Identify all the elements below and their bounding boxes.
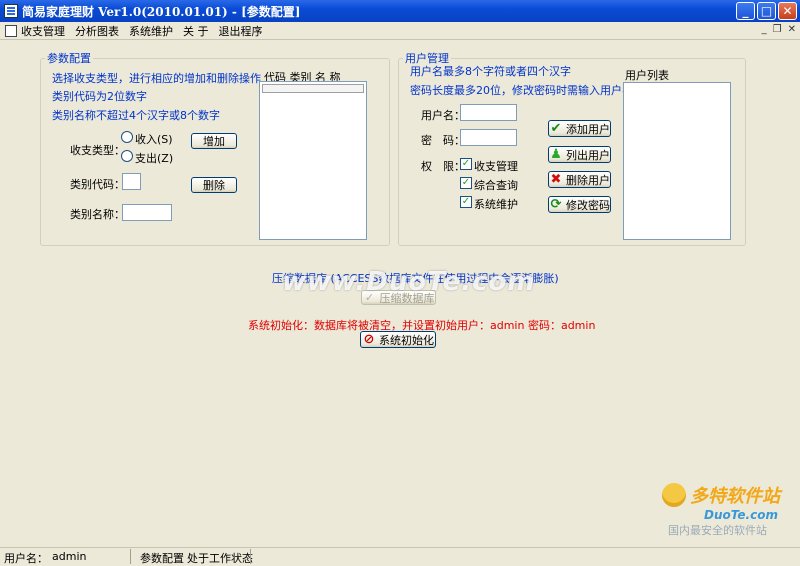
radio-expense[interactable] (121, 150, 133, 162)
right-checkbox-query[interactable]: ✓ (460, 177, 472, 189)
password-label: 密 码： (421, 134, 465, 147)
name-label: 类别名称： (70, 208, 125, 221)
category-list-row[interactable] (262, 84, 364, 93)
user-list[interactable] (623, 82, 731, 240)
window-title: 简易家庭理财 Ver1.0(2010.01.01) - [参数配置] (22, 4, 301, 19)
add-category-label: 增加 (203, 135, 225, 148)
app-icon (4, 4, 18, 18)
menu-maintenance[interactable]: 系统维护 (129, 23, 173, 39)
params-legend: 参数配置 (47, 52, 91, 65)
users-hint-1: 用户名最多8个字符或者四个汉字 (410, 65, 571, 78)
right-checkbox-maintenance[interactable]: ✓ (460, 196, 472, 208)
list-users-button[interactable]: ♟ 列出用户 (548, 146, 611, 163)
params-hint-3: 类别名称不超过4个汉字或8个数字 (52, 109, 220, 122)
system-init-button[interactable]: ⊘ 系统初始化 (360, 331, 436, 348)
refresh-icon: ⟳ (550, 196, 562, 212)
title-bar[interactable]: 简易家庭理财 Ver1.0(2010.01.01) - [参数配置] _ □ ✕ (0, 0, 800, 22)
delete-user-label: 删除用户 (566, 173, 610, 187)
status-state: 处于工作状态 (187, 552, 253, 565)
logo-en-text: DuoTe.com (704, 508, 778, 522)
no-entry-icon: ⊘ (363, 331, 375, 347)
person-icon: ♟ (550, 146, 562, 162)
add-user-label: 添加用户 (566, 122, 610, 136)
delete-user-button[interactable]: ✖ 删除用户 (548, 171, 611, 188)
category-name-input[interactable] (122, 204, 172, 221)
params-hint-1: 选择收支类型，进行相应的增加和删除操作 (52, 72, 261, 85)
duote-logo-watermark: 多特软件站 DuoTe.com 国内最安全的软件站 (662, 482, 780, 538)
params-hint-2: 类别代码为2位数字 (52, 90, 147, 103)
minimize-button[interactable]: _ (736, 2, 755, 20)
change-password-label: 修改密码 (566, 198, 610, 212)
radio-income-label[interactable]: 收入(S) (135, 131, 173, 147)
x-icon: ✖ (550, 171, 562, 187)
add-category-button[interactable]: 增加 (191, 133, 237, 149)
logo-sub-text: 国内最安全的软件站 (668, 524, 767, 537)
radio-income[interactable] (121, 131, 133, 143)
type-label: 收支类型： (70, 144, 125, 157)
status-page: 参数配置 (140, 552, 184, 565)
maximize-button[interactable]: □ (757, 2, 776, 20)
right-label-maintenance[interactable]: 系统维护 (474, 196, 518, 212)
radio-expense-label[interactable]: 支出(Z) (135, 150, 173, 166)
list-users-label: 列出用户 (566, 148, 610, 162)
right-label-query[interactable]: 综合查询 (474, 177, 518, 193)
mdi-minimize-icon[interactable]: _ (762, 24, 767, 35)
rights-label: 权 限： (421, 160, 465, 173)
change-password-button[interactable]: ⟳ 修改密码 (548, 196, 611, 213)
right-checkbox-income[interactable]: ✓ (460, 158, 472, 170)
delete-category-label: 删除 (203, 179, 225, 192)
password-input[interactable] (460, 129, 517, 146)
username-input[interactable] (460, 104, 517, 121)
delete-category-button[interactable]: 删除 (191, 177, 237, 193)
status-user-value: admin (52, 550, 87, 563)
status-user-label: 用户名： (4, 552, 48, 565)
menu-charts[interactable]: 分析图表 (75, 23, 119, 39)
code-label: 类别代码： (70, 178, 125, 191)
user-list-label: 用户列表 (625, 69, 669, 82)
username-label: 用户名： (421, 109, 465, 122)
mdi-restore-icon[interactable]: ❐ (773, 24, 782, 35)
check-icon: ✔ (550, 120, 562, 136)
mdi-close-icon[interactable]: ✕ (788, 24, 796, 35)
site-watermark: www.DuoTe.com (282, 267, 536, 297)
add-user-button[interactable]: ✔ 添加用户 (548, 120, 611, 137)
menu-income-expense[interactable]: 收支管理 (21, 23, 65, 39)
logo-cn-text: 多特软件站 (690, 486, 780, 507)
status-bar: 用户名： admin 参数配置 处于工作状态 (0, 547, 800, 565)
users-hint-2: 密码长度最多20位，修改密码时需输入用户名 (410, 84, 633, 97)
mascot-icon (662, 483, 686, 507)
category-list[interactable] (259, 81, 367, 240)
close-button[interactable]: ✕ (778, 2, 797, 20)
system-init-label: 系统初始化 (379, 333, 434, 347)
right-label-income[interactable]: 收支管理 (474, 158, 518, 174)
menu-about[interactable]: 关 于 (183, 23, 209, 39)
menu-exit[interactable]: 退出程序 (219, 23, 263, 39)
category-code-input[interactable] (122, 173, 141, 190)
menu-bar: 收支管理 分析图表 系统维护 关 于 退出程序 _ ❐ ✕ (0, 22, 800, 40)
mdi-child-icon[interactable] (5, 24, 17, 37)
